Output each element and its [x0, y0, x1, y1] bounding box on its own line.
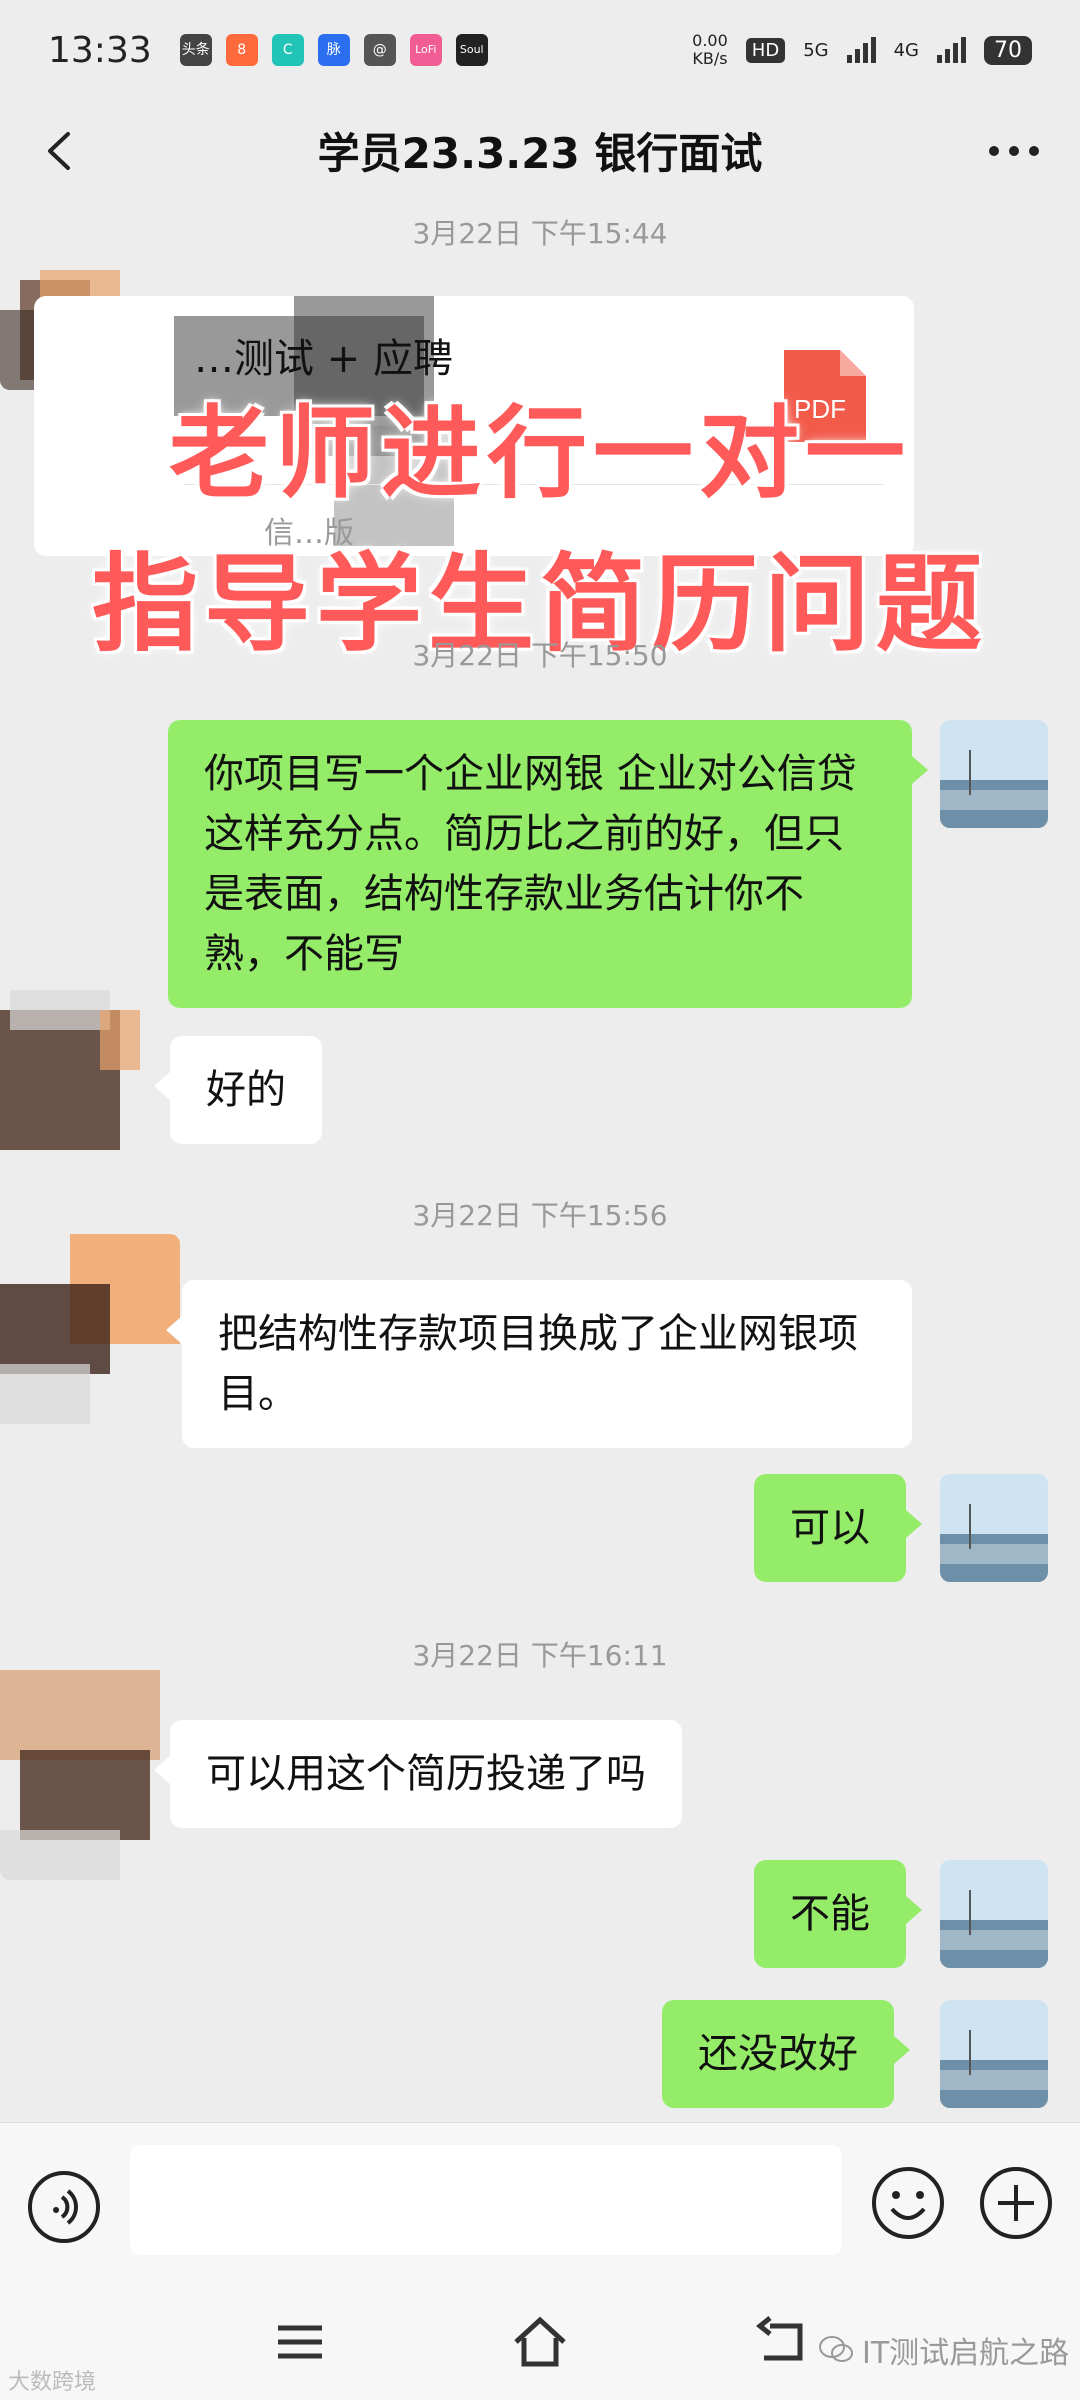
input-bar — [0, 2122, 1080, 2282]
message-bubble-sent[interactable]: 可以 — [754, 1474, 922, 1582]
home-icon — [514, 2316, 566, 2367]
sim1-label: 5G — [803, 39, 829, 61]
timestamp: 3月22日 下午15:50 — [412, 639, 668, 672]
my-avatar[interactable] — [940, 1860, 1048, 1968]
my-avatar[interactable] — [940, 720, 1048, 828]
emoji-icon — [872, 2167, 944, 2239]
notification-icons: 头条 8 C 脉 @ LoFi Soul — [179, 34, 488, 66]
recent-apps-button[interactable] — [270, 2312, 330, 2372]
app-icon-pink: LoFi — [409, 34, 442, 66]
voice-button[interactable] — [24, 2167, 104, 2247]
timestamp: 3月22日 下午15:56 — [412, 1199, 668, 1232]
watermark-text: IT测试启航之路 — [862, 2336, 1070, 2371]
message-input[interactable] — [130, 2145, 842, 2255]
chat-title: 学员23.3.23 银行面试 — [317, 128, 763, 178]
avatar-image — [0, 990, 140, 1150]
voice-icon — [28, 2171, 100, 2243]
message-bubble-sent[interactable]: 你项目写一个企业网银 企业对公信贷这样充分点。简历比之前的好，但只是表面，结构性… — [168, 720, 928, 1008]
avatar[interactable] — [0, 1234, 180, 1434]
status-right: 0.00 KB/s HD 5G 4G 70 — [692, 32, 1032, 68]
net-speed-unit: KB/s — [692, 49, 728, 68]
overlay-caption-line1: 老师进行一对一 — [169, 395, 911, 512]
message-bubble-received[interactable]: 把结构性存款项目换成了企业网银项目。 — [166, 1280, 912, 1448]
back-arrow-icon — [755, 2316, 803, 2361]
more-button[interactable] — [984, 126, 1044, 176]
avatar-image — [0, 1670, 160, 1880]
battery-icon: 70 — [984, 35, 1032, 65]
menu-icon — [278, 2325, 322, 2359]
plus-icon — [980, 2167, 1052, 2239]
more-dots-icon — [989, 146, 1039, 156]
avatar-image — [940, 720, 1048, 828]
chat-header: 学员23.3.23 银行面试 — [0, 100, 1080, 200]
sim2-label: 4G — [893, 39, 919, 61]
toutiao-app-icon: 头条 — [179, 34, 212, 66]
network-speed: 0.00 KB/s — [692, 32, 728, 68]
watermark-right: IT测试启航之路 — [818, 2328, 1069, 2372]
app-icon-at: @ — [363, 34, 396, 66]
home-button[interactable] — [510, 2312, 570, 2372]
more-actions-button[interactable] — [976, 2163, 1056, 2243]
app-icon-orange: 8 — [225, 34, 258, 66]
app-icon-teal: C — [271, 34, 304, 66]
message-bubble-received[interactable]: 可以用这个简历投递了吗 — [154, 1720, 682, 1828]
signal-icon — [846, 37, 876, 63]
avatar-image — [940, 1474, 1048, 1582]
system-back-button[interactable] — [750, 2312, 810, 2372]
avatar-image — [940, 1860, 1048, 1968]
status-time: 13:33 — [48, 29, 152, 71]
message-bubble-received[interactable]: 好的 — [154, 1036, 322, 1144]
my-avatar[interactable] — [940, 1474, 1048, 1582]
wechat-icon — [819, 2336, 853, 2362]
avatar-image — [940, 2000, 1048, 2108]
my-avatar[interactable] — [940, 2000, 1048, 2108]
avatar[interactable] — [0, 1660, 170, 1880]
chat-area[interactable]: 3月22日 下午15:44 …测试 + 应聘 PDF 信…版 老师进行一对一 指 — [0, 200, 1080, 2120]
avatar[interactable] — [0, 990, 150, 1170]
net-speed-value: 0.00 — [692, 31, 728, 50]
maimai-app-icon: 脉 — [317, 34, 350, 66]
chevron-left-icon — [48, 132, 70, 170]
hd-badge: HD — [745, 37, 786, 63]
message-bubble-sent[interactable]: 不能 — [754, 1860, 922, 1968]
watermark-left: 大数跨境 — [8, 2370, 97, 2395]
timestamp: 3月22日 下午15:44 — [412, 217, 668, 250]
soul-app-icon: Soul — [455, 34, 488, 66]
emoji-button[interactable] — [868, 2163, 948, 2243]
avatar-image — [0, 1234, 180, 1424]
message-bubble-sent[interactable]: 还没改好 — [662, 2000, 910, 2108]
signal-icon-2 — [937, 37, 966, 63]
back-button[interactable] — [36, 126, 86, 176]
status-bar: 13:33 头条 8 C 脉 @ LoFi Soul 0.00 KB/s HD … — [0, 0, 1080, 100]
